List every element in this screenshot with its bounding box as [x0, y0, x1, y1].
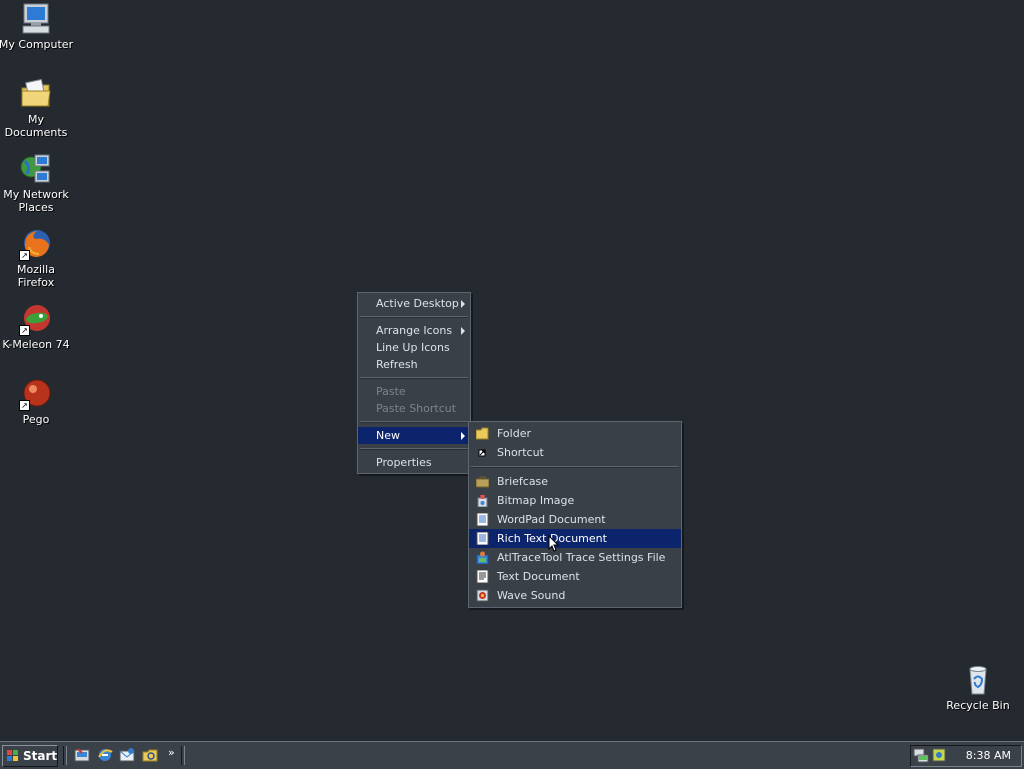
k-meleon-icon: ↗ [19, 302, 53, 336]
recycle-bin-icon [961, 663, 995, 697]
desktop-icon-network-places[interactable]: My Network Places [0, 152, 74, 214]
desktop-context-menu: Active Desktop Arrange Icons Line Up Ico… [357, 292, 471, 474]
submenu-arrow-icon [461, 432, 465, 440]
submenu-item-folder[interactable]: Folder [469, 424, 681, 443]
pego-icon: ↗ [19, 377, 53, 411]
outlook-express-icon[interactable] [119, 747, 135, 763]
menu-item-properties[interactable]: Properties [358, 454, 470, 471]
menu-item-label: Properties [376, 456, 432, 469]
menu-item-line-up-icons[interactable]: Line Up Icons [358, 339, 470, 356]
bitmap-icon [476, 494, 489, 508]
desktop-icon-firefox[interactable]: ↗ Mozilla Firefox [0, 227, 74, 289]
submenu-item-label: Briefcase [497, 475, 549, 488]
menu-item-new[interactable]: New [358, 427, 470, 444]
submenu-item-label: Bitmap Image [497, 494, 575, 507]
volume-tray-icon[interactable] [931, 747, 947, 763]
menu-separator [360, 377, 468, 379]
desktop-icon-pego[interactable]: ↗ Pego [0, 377, 74, 426]
windows-logo-icon [7, 750, 18, 761]
internet-explorer-icon[interactable] [97, 747, 113, 763]
taskbar: Start » 8:38 AM [0, 741, 1024, 769]
menu-item-label: Line Up Icons [376, 341, 450, 354]
shortcut-overlay-icon: ↗ [19, 325, 30, 336]
desktop-icon-label: Recycle Bin [946, 699, 1010, 712]
shortcut-overlay-icon: ↗ [19, 400, 30, 411]
trace-settings-icon [476, 551, 489, 565]
menu-item-arrange-icons[interactable]: Arrange Icons [358, 322, 470, 339]
quicklaunch-overflow-chevron[interactable]: » [168, 746, 175, 759]
desktop-icon-k-meleon[interactable]: ↗ K-Meleon 74 [0, 302, 74, 351]
menu-item-active-desktop[interactable]: Active Desktop [358, 295, 470, 312]
taskbar-separator [63, 746, 67, 765]
submenu-item-bitmap[interactable]: Bitmap Image [469, 491, 681, 510]
desktop-icon-label: K-Meleon 74 [2, 338, 70, 351]
menu-item-paste-shortcut: Paste Shortcut [358, 400, 470, 417]
start-button[interactable]: Start [2, 745, 58, 767]
explorer-icon[interactable] [142, 747, 158, 763]
start-button-label: Start [23, 749, 58, 763]
menu-item-label: New [376, 429, 400, 442]
menu-item-refresh[interactable]: Refresh [358, 356, 470, 373]
menu-item-label: Paste Shortcut [376, 402, 457, 415]
folder-icon [475, 427, 489, 440]
show-desktop-icon[interactable] [74, 747, 90, 763]
submenu-item-label: WordPad Document [497, 513, 606, 526]
shortcut-overlay-icon: ↗ [19, 250, 30, 261]
desktop-icon-label: My Network Places [3, 188, 69, 214]
submenu-item-briefcase[interactable]: Briefcase [469, 472, 681, 491]
my-documents-icon [19, 77, 53, 111]
submenu-item-wave-sound[interactable]: Wave Sound [469, 586, 681, 605]
desktop-icon-label: Pego [22, 413, 50, 426]
desktop-icon-label: My Documents [4, 113, 68, 139]
text-document-icon [476, 569, 489, 584]
menu-separator [360, 448, 468, 450]
submenu-item-label: Text Document [497, 570, 580, 583]
menu-separator [360, 421, 468, 423]
menu-item-paste: Paste [358, 383, 470, 400]
menu-item-label: Active Desktop [376, 297, 459, 310]
firefox-icon: ↗ [19, 227, 53, 261]
briefcase-icon [475, 475, 490, 488]
submenu-item-wordpad[interactable]: WordPad Document [469, 510, 681, 529]
submenu-item-text-document[interactable]: Text Document [469, 567, 681, 586]
desktop-icon-recycle-bin[interactable]: Recycle Bin [940, 663, 1016, 712]
submenu-item-label: Wave Sound [497, 589, 566, 602]
menu-item-label: Refresh [376, 358, 418, 371]
network-places-icon [19, 152, 53, 186]
submenu-item-label: Folder [497, 427, 531, 440]
menu-separator [360, 316, 468, 318]
system-tray: 8:38 AM [910, 745, 1022, 767]
submenu-item-label: Shortcut [497, 446, 544, 459]
submenu-item-shortcut[interactable]: Shortcut [469, 443, 681, 462]
wave-sound-icon [476, 589, 489, 602]
desktop-icon-label: My Computer [0, 38, 74, 51]
wordpad-icon [476, 512, 489, 527]
network-tray-icon[interactable] [913, 747, 929, 763]
submenu-item-label: AtlTraceTool Trace Settings File [497, 551, 666, 564]
menu-separator [471, 466, 679, 468]
submenu-item-trace-settings[interactable]: AtlTraceTool Trace Settings File [469, 548, 681, 567]
shortcut-icon [476, 446, 489, 459]
new-submenu: Folder Shortcut Briefcase Bitmap Image W… [468, 421, 682, 608]
submenu-arrow-icon [461, 300, 465, 308]
taskbar-clock[interactable]: 8:38 AM [966, 749, 1011, 762]
taskbar-separator [181, 746, 185, 765]
desktop-icon-my-computer[interactable]: My Computer [0, 2, 74, 51]
my-computer-icon [19, 2, 53, 36]
desktop-icon-my-documents[interactable]: My Documents [0, 77, 74, 139]
rich-text-icon [476, 531, 489, 546]
desktop[interactable]: My Computer My Documents My Network Plac… [0, 0, 1024, 741]
menu-item-label: Paste [376, 385, 406, 398]
menu-item-label: Arrange Icons [376, 324, 453, 337]
submenu-item-rich-text[interactable]: Rich Text Document [469, 529, 681, 552]
submenu-arrow-icon [461, 327, 465, 335]
desktop-icon-label: Mozilla Firefox [17, 263, 55, 289]
